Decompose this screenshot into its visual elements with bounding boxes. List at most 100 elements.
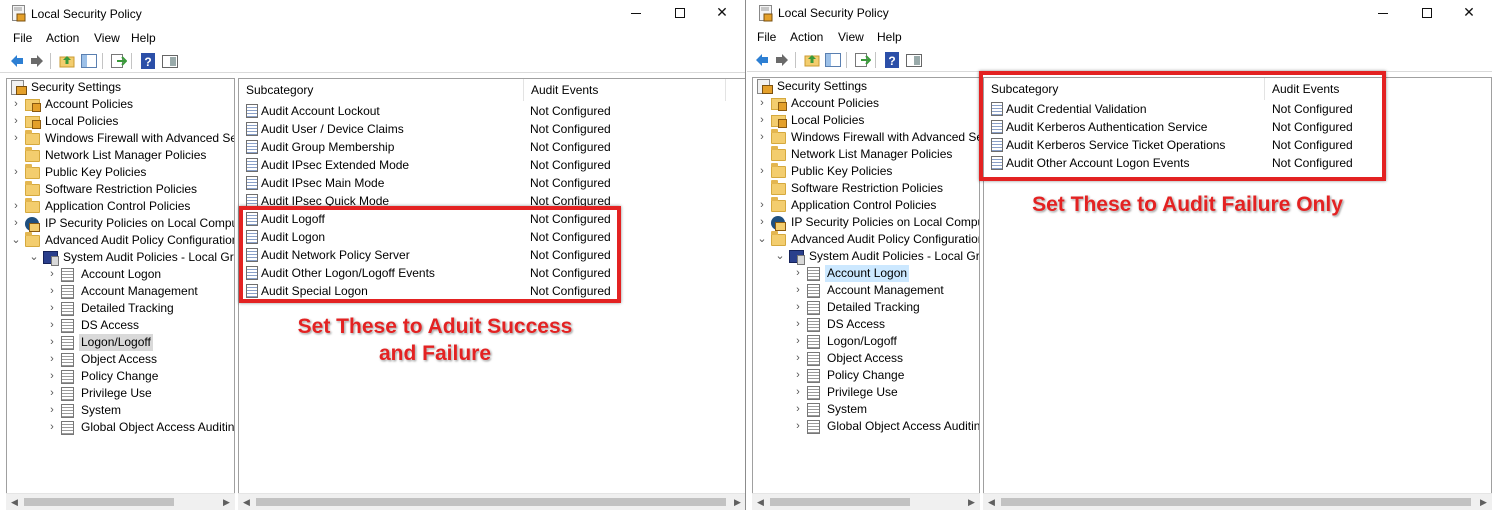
- tree-item-software-restriction-policies[interactable]: Software Restriction Policies: [753, 180, 979, 197]
- tree-item-account-management[interactable]: › Account Management: [753, 282, 979, 299]
- details-list-pane[interactable]: Subcategory Audit Events Audit Account L…: [238, 78, 745, 510]
- tree-item-public-key-policies[interactable]: › Public Key Policies: [753, 163, 979, 180]
- chevron-right-icon[interactable]: ›: [47, 351, 57, 368]
- tree-item-logon-logoff[interactable]: › Logon/Logoff: [753, 333, 979, 350]
- chevron-right-icon[interactable]: ›: [793, 418, 803, 435]
- tree-item-network-list-manager-policies[interactable]: Network List Manager Policies: [7, 147, 234, 164]
- minimize-button[interactable]: [613, 0, 659, 26]
- list-item[interactable]: Audit Special Logon Not Configured: [239, 282, 739, 300]
- tree-item-account-policies[interactable]: › Account Policies: [753, 95, 979, 112]
- column-header-subcategory[interactable]: Subcategory: [239, 79, 523, 101]
- tree-item-advanced-audit-policy-configuration[interactable]: ⌄ Advanced Audit Policy Configuration: [7, 232, 234, 249]
- menu-action[interactable]: Action: [46, 31, 79, 45]
- maximize-button[interactable]: [1404, 0, 1450, 26]
- chevron-right-icon[interactable]: ›: [47, 283, 57, 300]
- menu-help[interactable]: Help: [877, 30, 902, 44]
- menu-action[interactable]: Action: [790, 30, 823, 44]
- minimize-button[interactable]: [1360, 0, 1406, 26]
- chevron-right-icon[interactable]: ›: [793, 299, 803, 316]
- export-list-icon[interactable]: [109, 52, 128, 70]
- scroll-left-icon[interactable]: ◀: [752, 494, 769, 510]
- chevron-right-icon[interactable]: ›: [47, 419, 57, 436]
- title-bar[interactable]: Local Security Policy ✕: [747, 0, 1492, 28]
- chevron-right-icon[interactable]: ›: [11, 198, 21, 215]
- tree-item-detailed-tracking[interactable]: › Detailed Tracking: [753, 299, 979, 316]
- list-horizontal-scrollbar[interactable]: ◀ ▶: [238, 493, 745, 510]
- tree-horizontal-scrollbar[interactable]: ◀ ▶: [6, 493, 235, 510]
- chevron-down-icon[interactable]: ⌄: [775, 248, 785, 265]
- chevron-right-icon[interactable]: ›: [793, 333, 803, 350]
- forward-arrow-icon[interactable]: [773, 51, 791, 69]
- properties-pane-icon[interactable]: [905, 51, 923, 69]
- tree-item-system[interactable]: › System: [753, 401, 979, 418]
- chevron-right-icon[interactable]: ›: [757, 214, 767, 231]
- chevron-right-icon[interactable]: ›: [47, 317, 57, 334]
- chevron-right-icon[interactable]: ›: [11, 215, 21, 232]
- menu-view[interactable]: View: [838, 30, 864, 44]
- tree-item-global-object-access-auditing[interactable]: › Global Object Access Auditing: [7, 419, 234, 436]
- list-item[interactable]: Audit Logoff Not Configured: [239, 210, 739, 228]
- chevron-right-icon[interactable]: ›: [11, 164, 21, 181]
- list-item[interactable]: Audit IPsec Extended Mode Not Configured: [239, 156, 739, 174]
- tree-item-windows-firewall-with-advanced-secu[interactable]: › Windows Firewall with Advanced Secu: [7, 130, 234, 147]
- tree-item-ds-access[interactable]: › DS Access: [7, 317, 234, 334]
- back-arrow-icon[interactable]: [8, 52, 26, 70]
- up-folder-icon[interactable]: [803, 51, 821, 69]
- tree-item-ip-security-policies-on-local-compute[interactable]: › IP Security Policies on Local Compute: [753, 214, 979, 231]
- chevron-right-icon[interactable]: ›: [11, 130, 21, 147]
- menu-view[interactable]: View: [94, 31, 120, 45]
- show-hide-tree-icon[interactable]: [824, 51, 842, 69]
- tree-item-policy-change[interactable]: › Policy Change: [753, 367, 979, 384]
- chevron-right-icon[interactable]: ›: [47, 266, 57, 283]
- tree-item-policy-change[interactable]: › Policy Change: [7, 368, 234, 385]
- scroll-right-icon[interactable]: ▶: [963, 494, 980, 510]
- list-item[interactable]: Audit Other Logon/Logoff Events Not Confi…: [239, 264, 739, 282]
- chevron-right-icon[interactable]: ›: [793, 282, 803, 299]
- tree-item-object-access[interactable]: › Object Access: [7, 351, 234, 368]
- chevron-right-icon[interactable]: ›: [793, 350, 803, 367]
- chevron-right-icon[interactable]: ›: [47, 385, 57, 402]
- tree-item-advanced-audit-policy-configuration[interactable]: ⌄ Advanced Audit Policy Configuration: [753, 231, 979, 248]
- scroll-left-icon[interactable]: ◀: [238, 494, 255, 510]
- title-bar[interactable]: Local Security Policy ✕: [0, 0, 745, 28]
- scroll-right-icon[interactable]: ▶: [218, 494, 235, 510]
- column-header-audit-events[interactable]: Audit Events: [1265, 78, 1465, 100]
- details-list-pane[interactable]: Subcategory Audit Events Audit Credentia…: [983, 77, 1492, 509]
- scroll-left-icon[interactable]: ◀: [983, 494, 1000, 510]
- list-item[interactable]: Audit Other Account Logon Events Not Conf…: [984, 154, 1484, 172]
- chevron-right-icon[interactable]: ›: [47, 402, 57, 419]
- tree-item-ip-security-policies-on-local-compute[interactable]: › IP Security Policies on Local Compute: [7, 215, 234, 232]
- list-item[interactable]: Audit Kerberos Service Ticket Operations…: [984, 136, 1484, 154]
- tree-item-privilege-use[interactable]: › Privilege Use: [7, 385, 234, 402]
- show-hide-tree-icon[interactable]: [80, 52, 98, 70]
- menu-help[interactable]: Help: [131, 31, 156, 45]
- chevron-right-icon[interactable]: ›: [47, 368, 57, 385]
- list-item[interactable]: Audit User / Device Claims Not Configured: [239, 120, 739, 138]
- tree-item-ds-access[interactable]: › DS Access: [753, 316, 979, 333]
- list-item[interactable]: Audit Group Membership Not Configured: [239, 138, 739, 156]
- chevron-down-icon[interactable]: ⌄: [11, 232, 21, 249]
- close-button[interactable]: ✕: [699, 0, 745, 26]
- chevron-right-icon[interactable]: ›: [757, 197, 767, 214]
- tree-item-software-restriction-policies[interactable]: Software Restriction Policies: [7, 181, 234, 198]
- tree-horizontal-scrollbar[interactable]: ◀ ▶: [752, 493, 980, 510]
- chevron-right-icon[interactable]: ›: [793, 367, 803, 384]
- column-divider[interactable]: [725, 79, 726, 101]
- tree-item-local-policies[interactable]: › Local Policies: [7, 113, 234, 130]
- back-arrow-icon[interactable]: [753, 51, 771, 69]
- chevron-right-icon[interactable]: ›: [757, 163, 767, 180]
- scrollbar-thumb[interactable]: [24, 498, 174, 506]
- chevron-down-icon[interactable]: ⌄: [29, 249, 39, 266]
- menu-file[interactable]: File: [13, 31, 32, 45]
- forward-arrow-icon[interactable]: [28, 52, 46, 70]
- list-item[interactable]: Audit Account Lockout Not Configured: [239, 102, 739, 120]
- properties-pane-icon[interactable]: [161, 52, 179, 70]
- scroll-right-icon[interactable]: ▶: [1475, 494, 1492, 510]
- tree-item-security-settings[interactable]: Security Settings: [7, 79, 234, 96]
- chevron-right-icon[interactable]: ›: [757, 129, 767, 146]
- tree-item-security-settings[interactable]: Security Settings: [753, 78, 979, 95]
- export-list-icon[interactable]: [853, 51, 872, 69]
- tree-item-global-object-access-auditing[interactable]: › Global Object Access Auditing: [753, 418, 979, 435]
- chevron-right-icon[interactable]: ›: [793, 401, 803, 418]
- help-icon[interactable]: ?: [139, 52, 157, 70]
